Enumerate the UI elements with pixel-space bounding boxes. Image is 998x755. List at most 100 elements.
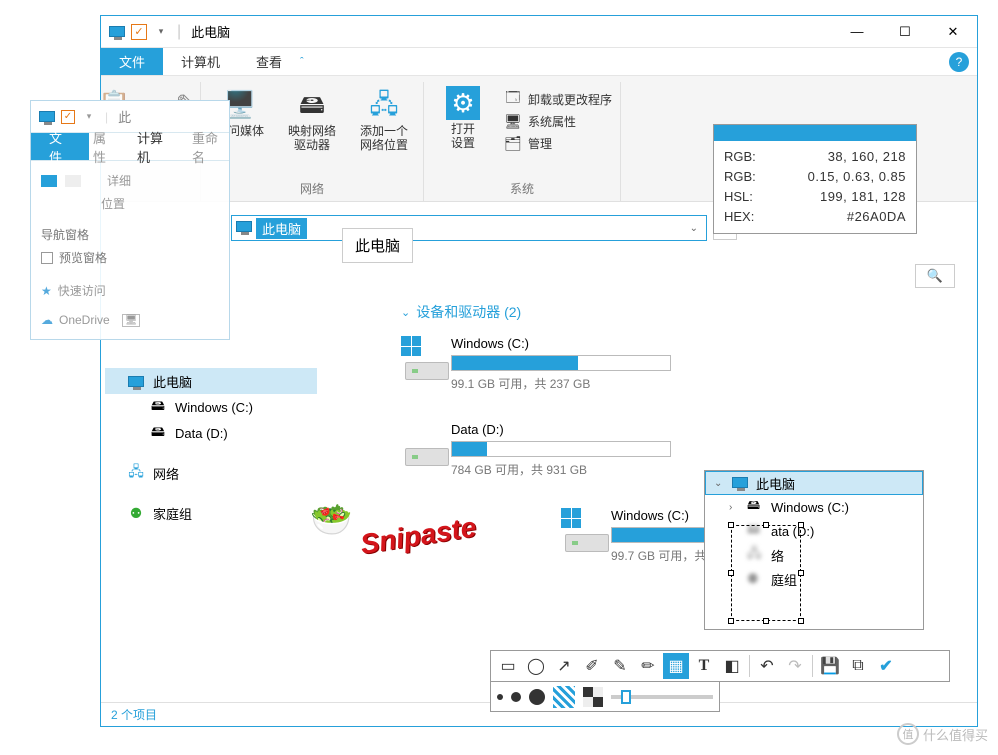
chevron-right-icon[interactable]: ›	[729, 502, 741, 513]
open-settings-button[interactable]: ⚙ 打开 设置	[432, 86, 494, 150]
rgb-float: 0.15, 0.63, 0.85	[768, 167, 906, 187]
nav-c-drive[interactable]: 🖴Windows (C:)	[105, 394, 317, 420]
pattern-hatch[interactable]	[553, 686, 575, 708]
resize-handle[interactable]	[798, 522, 804, 528]
qat-checkbox-icon[interactable]: ✓	[131, 24, 147, 40]
rect-tool[interactable]: ▭	[495, 653, 521, 679]
checkbox-icon	[41, 252, 53, 264]
arrow-tool[interactable]: ↗	[551, 653, 577, 679]
sysprops-icon: 🖥	[504, 112, 522, 130]
drive-item[interactable]: Data (D:) 784 GB 可用，共 931 GB	[401, 422, 671, 478]
hsl: 199, 181, 128	[768, 187, 906, 207]
drive-item[interactable]: Windows (C:) 99.1 GB 可用，共 237 GB	[401, 336, 671, 392]
address-dropdown-icon[interactable]: ⌄	[686, 223, 702, 234]
addloc-label: 添加一个 网络位置	[360, 124, 408, 152]
floating-tree[interactable]: ⌄此电脑 ›🖴Windows (C:) 🖴ata (D:) 🖧络 ⚉庭组	[704, 470, 924, 630]
qat-dropdown-icon: ▾	[79, 107, 99, 127]
undo-button[interactable]: ↶	[754, 653, 780, 679]
resize-handle[interactable]	[728, 522, 734, 528]
drive-stats: 99.1 GB 可用，共 237 GB	[451, 375, 671, 392]
map-drive-icon: 🖴	[294, 86, 330, 122]
capacity-bar	[451, 441, 671, 457]
system-list: 🗔卸载或更改程序 🖥系统属性 🗂管理	[504, 86, 612, 156]
chevron-down-icon: ⌄	[401, 306, 410, 319]
marker-tool[interactable]: ✏	[635, 653, 661, 679]
quick-access-toolbar: ✓ ▾	[101, 22, 177, 42]
pc-icon	[107, 22, 127, 42]
menubar: 文件 计算机 查看 ˆ ?	[101, 48, 977, 76]
pen-tool[interactable]: ✎	[607, 653, 633, 679]
slider-thumb[interactable]	[621, 690, 631, 704]
eyedropper-tool[interactable]: ✐	[579, 653, 605, 679]
ghost-window: ✓ ▾ | 此 文件 属性 计算机 重命名 详细 位置 导航窗格 预览窗格 ★快…	[30, 100, 230, 340]
chevron-down-icon[interactable]: ⌄	[714, 478, 726, 489]
redo-button[interactable]: ↷	[782, 653, 808, 679]
drive-icon: 🖴	[149, 424, 167, 442]
drive-icon	[561, 508, 599, 552]
tree-c[interactable]: ›🖴Windows (C:)	[705, 495, 923, 519]
ghost-onedrive: ☁OneDrive🖥	[41, 310, 219, 330]
manage-icon: 🗂	[504, 134, 522, 152]
uninstall-button[interactable]: 🗔卸载或更改程序	[504, 90, 612, 108]
address-bar[interactable]: 此电脑 ⌄	[231, 215, 707, 241]
brush-size-small[interactable]	[497, 694, 503, 700]
save-button[interactable]: 💾	[817, 653, 843, 679]
tab-computer[interactable]: 计算机	[163, 48, 238, 75]
resize-handle[interactable]	[728, 618, 734, 624]
color-inspector: RGB:38, 160, 218 RGB:0.15, 0.63, 0.85 HS…	[713, 124, 917, 234]
nav-homegroup[interactable]: ⚉家庭组	[105, 500, 317, 526]
ghost-tab-file[interactable]: 文件	[31, 133, 89, 160]
close-button[interactable]: ✕	[929, 16, 977, 48]
drive-icon: 🖴	[149, 398, 167, 416]
search-input[interactable]: 🔍	[915, 264, 955, 288]
ghost-nav-pane: 导航窗格	[41, 223, 219, 246]
map-drive-button[interactable]: 🖴 映射网络 驱动器	[281, 86, 343, 152]
maximize-button[interactable]: ☐	[881, 16, 929, 48]
nav-network[interactable]: 🖧网络	[105, 460, 317, 486]
brush-size-large[interactable]	[529, 689, 545, 705]
resize-handle[interactable]	[728, 570, 734, 576]
window-title: 此电脑	[191, 22, 230, 41]
qat-dropdown-icon[interactable]: ▾	[151, 22, 171, 42]
copy-button[interactable]: ⧉	[845, 653, 871, 679]
drive-stats: 784 GB 可用，共 931 GB	[451, 461, 671, 478]
nav-d-drive[interactable]: 🖴Data (D:)	[105, 420, 317, 446]
confirm-button[interactable]: ✔	[873, 653, 899, 679]
resize-handle[interactable]	[763, 618, 769, 624]
add-location-button[interactable]: 🖧 添加一个 网络位置	[353, 86, 415, 152]
resize-handle[interactable]	[798, 618, 804, 624]
selection-marquee[interactable]	[731, 525, 801, 621]
manage-button[interactable]: 🗂管理	[504, 134, 612, 152]
brush-size-med[interactable]	[511, 692, 521, 702]
resize-handle[interactable]	[798, 570, 804, 576]
ellipse-tool[interactable]: ◯	[523, 653, 549, 679]
sysprops-button[interactable]: 🖥系统属性	[504, 112, 612, 130]
minimize-button[interactable]: —	[833, 16, 881, 48]
ghost-props: 属性	[89, 133, 119, 160]
pc-icon	[732, 476, 750, 491]
section-header[interactable]: ⌄ 设备和驱动器 (2)	[401, 302, 957, 322]
ghost-rename: 重命名	[188, 133, 229, 160]
rgb-int: 38, 160, 218	[768, 147, 906, 167]
pattern-checker[interactable]	[583, 687, 603, 707]
fruit-bowl-icon: 🥗	[310, 500, 352, 540]
resize-handle[interactable]	[763, 522, 769, 528]
pc-icon	[37, 107, 57, 127]
watermark-icon: 值	[897, 723, 919, 745]
opacity-slider[interactable]	[611, 695, 713, 699]
tab-file[interactable]: 文件	[101, 48, 163, 75]
address-path[interactable]: 此电脑	[256, 218, 307, 239]
ghost-tab-computer[interactable]: 计算机	[119, 133, 188, 160]
add-location-icon: 🖧	[366, 86, 402, 122]
tree-root[interactable]: ⌄此电脑	[705, 471, 923, 495]
text-tool[interactable]: T	[691, 653, 717, 679]
tab-view[interactable]: 查看	[238, 48, 300, 75]
eraser-tool[interactable]: ◧	[719, 653, 745, 679]
map-label: 映射网络 驱动器	[288, 124, 336, 152]
drive-icon: 🖴	[747, 496, 765, 518]
help-icon[interactable]: ?	[949, 52, 969, 72]
ribbon-collapse-icon[interactable]: ˆ	[300, 56, 304, 68]
mosaic-tool[interactable]: ▦	[663, 653, 689, 679]
pc-icon: 🖥	[122, 314, 141, 327]
nav-this-pc[interactable]: 此电脑	[105, 368, 317, 394]
